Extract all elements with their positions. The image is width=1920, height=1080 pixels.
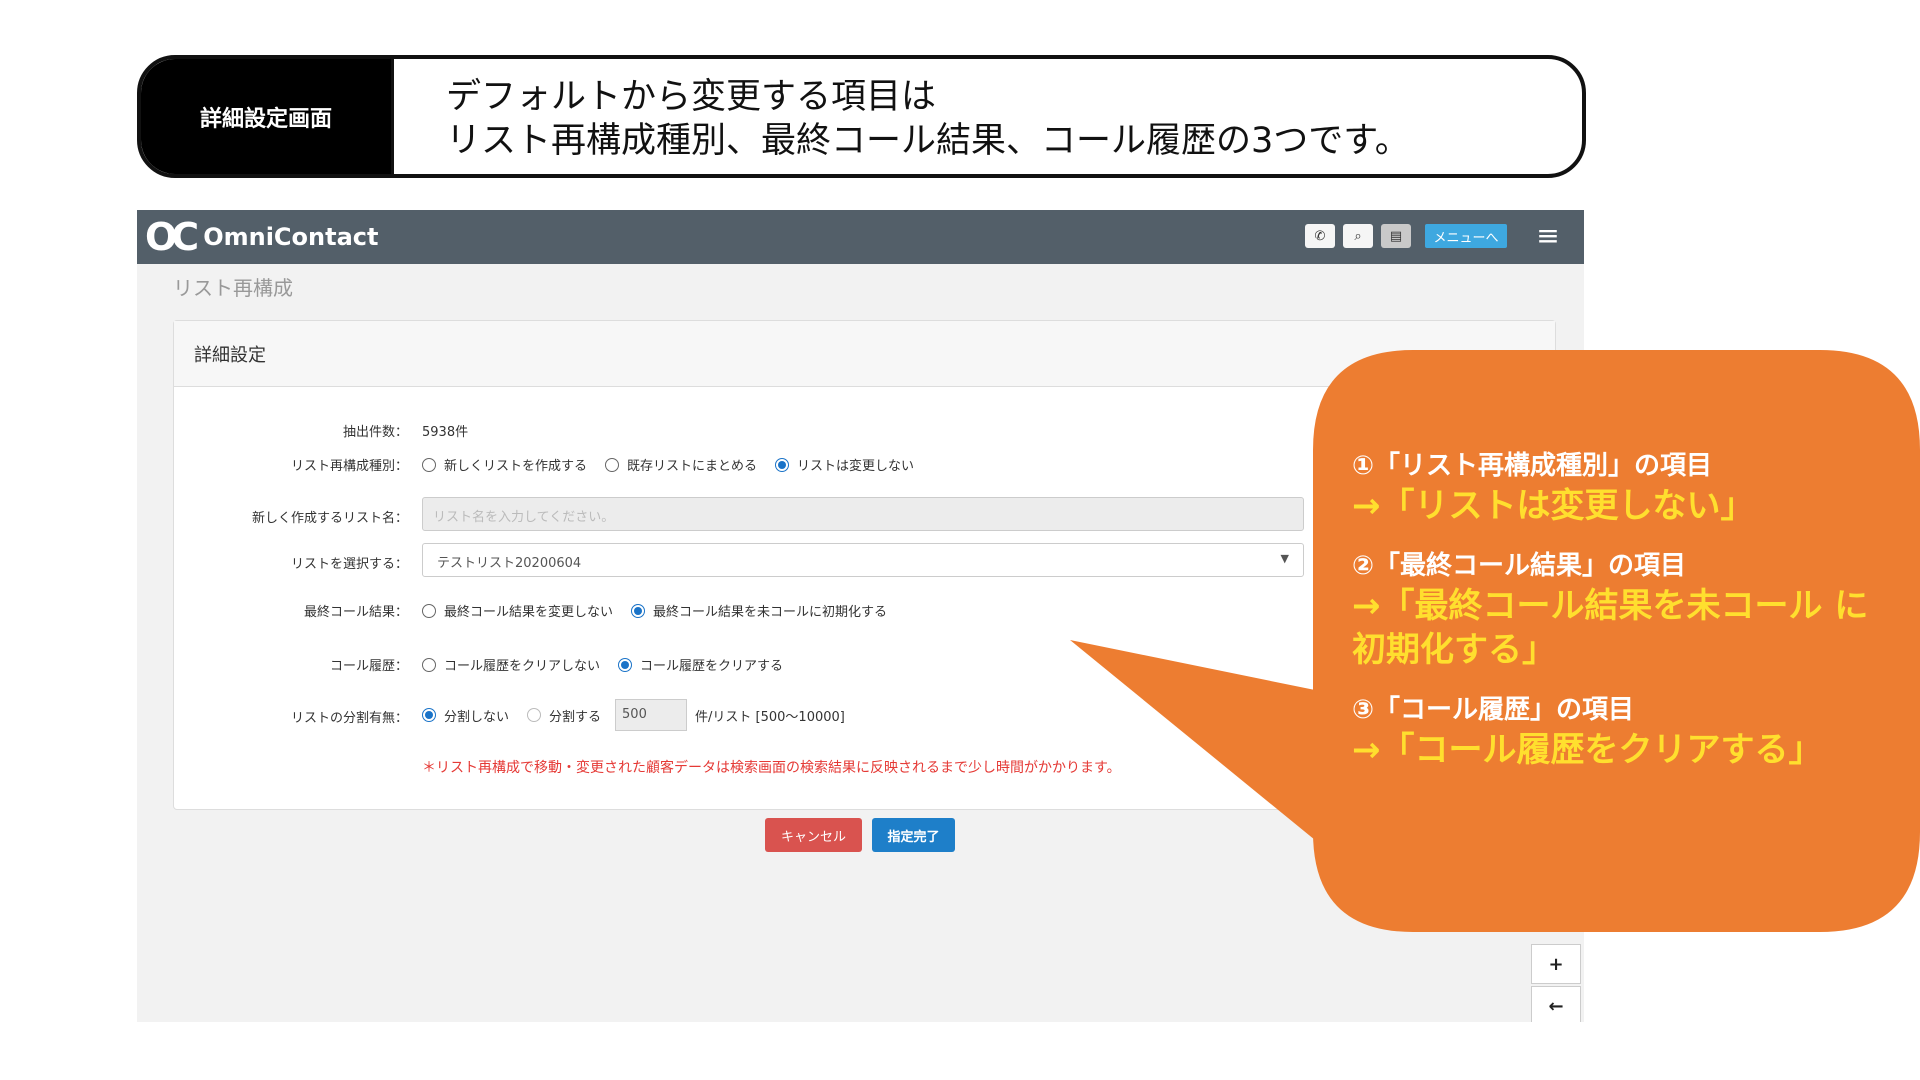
contact-card-button[interactable]: ▤ [1381,224,1411,248]
omnicontact-logo-icon: OC [145,215,199,259]
list-select[interactable]: テストリスト20200604 ▼ [422,543,1304,577]
type-option-nochange[interactable]: リストは変更しない [775,455,914,474]
back-button[interactable]: ← [1531,986,1581,1022]
radio-icon [422,603,436,618]
split-count-input[interactable]: 500 [615,699,688,731]
banner-line-2: リスト再構成種別、最終コール結果、コール履歴の3つです。 [446,121,1410,161]
radio-icon [605,457,620,472]
arrow-left-icon: ← [1548,995,1564,1017]
top-navbar: OC OmniContact ✆ ⌕ ▤ メニューへ ≡ [137,210,1584,264]
instruction-banner: 詳細設定画面 デフォルトから変更する項目は リスト再構成種別、最終コール結果、コ… [137,55,1586,178]
callout-item-2: ②「最終コール結果」の項目 →「最終コール結果を未コール に初期化する」 [1352,551,1869,670]
cancel-button[interactable]: キャンセル [765,818,862,852]
callout-pointer [1070,640,1315,840]
lastcall-label: 最終コール結果： [303,605,408,620]
history-option-clear[interactable]: コール履歴をクリアする [618,655,783,674]
select-label: リストを選択する： [290,557,408,572]
logo-text: OmniContact [203,223,379,251]
split-label: リストの分割有無： [290,711,408,726]
caret-down-icon: ▼ [1280,552,1289,565]
plus-icon: + [1548,953,1564,975]
new-list-name-input[interactable]: リスト名を入力してください。 [422,497,1304,531]
radio-selected-icon [775,457,790,472]
confirm-button[interactable]: 指定完了 [872,818,955,852]
count-value: 5938件 [422,425,469,440]
list-select-value: テストリスト20200604 [437,556,582,571]
radio-icon [527,708,542,722]
lastcall-option-reset[interactable]: 最終コール結果を未コールに初期化する [631,601,887,620]
radio-icon [422,657,436,672]
callout-item-3: ③「コール履歴」の項目 →「コール履歴をクリアする」 [1352,695,1823,770]
app-logo[interactable]: OC OmniContact [145,215,379,259]
radio-selected-icon [631,603,646,618]
newname-label: 新しく作成するリスト名： [251,511,408,526]
radio-selected-icon [422,708,436,722]
split-unit: 件/リスト [500〜10000] [695,709,845,725]
search-button[interactable]: ⌕ [1343,224,1373,248]
callout-text: ①「リスト再構成種別」の項目 →「リストは変更しない」 ②「最終コール結果」の項… [1352,448,1892,792]
search-icon: ⌕ [1354,228,1362,244]
phone-icon: ✆ [1314,228,1326,244]
callout-item-1: ①「リスト再構成種別」の項目 →「リストは変更しない」 [1352,451,1755,526]
banner-text: デフォルトから変更する項目は リスト再構成種別、最終コール結果、コール履歴の3つ… [391,59,1582,174]
split-option-yes[interactable]: 分割する [527,706,601,725]
type-option-new[interactable]: 新しくリストを作成する [422,455,587,474]
radio-selected-icon [618,657,633,672]
type-option-existing[interactable]: 既存リストにまとめる [605,455,757,474]
history-option-keep[interactable]: コール履歴をクリアしない [422,655,600,674]
history-label: コール履歴： [329,659,408,674]
phone-button[interactable]: ✆ [1305,224,1335,248]
lastcall-option-keep[interactable]: 最終コール結果を変更しない [422,601,613,620]
menu-button[interactable]: メニューへ [1425,224,1507,248]
contact-card-icon: ▤ [1389,228,1403,244]
banner-line-1: デフォルトから変更する項目は [446,77,937,117]
banner-label: 詳細設定画面 [141,59,391,174]
page-title: リスト再構成 [173,276,293,300]
zoom-in-button[interactable]: + [1531,944,1581,984]
warning-note: ＊リスト再構成で移動・変更された顧客データは検索画面の検索結果に反映されるまで少… [422,760,1121,776]
radio-icon [422,457,436,472]
type-label: リスト再構成種別： [290,459,408,474]
count-label: 抽出件数： [342,425,408,440]
split-option-no[interactable]: 分割しない [422,706,509,725]
hamburger-menu-icon[interactable]: ≡ [1533,222,1563,250]
